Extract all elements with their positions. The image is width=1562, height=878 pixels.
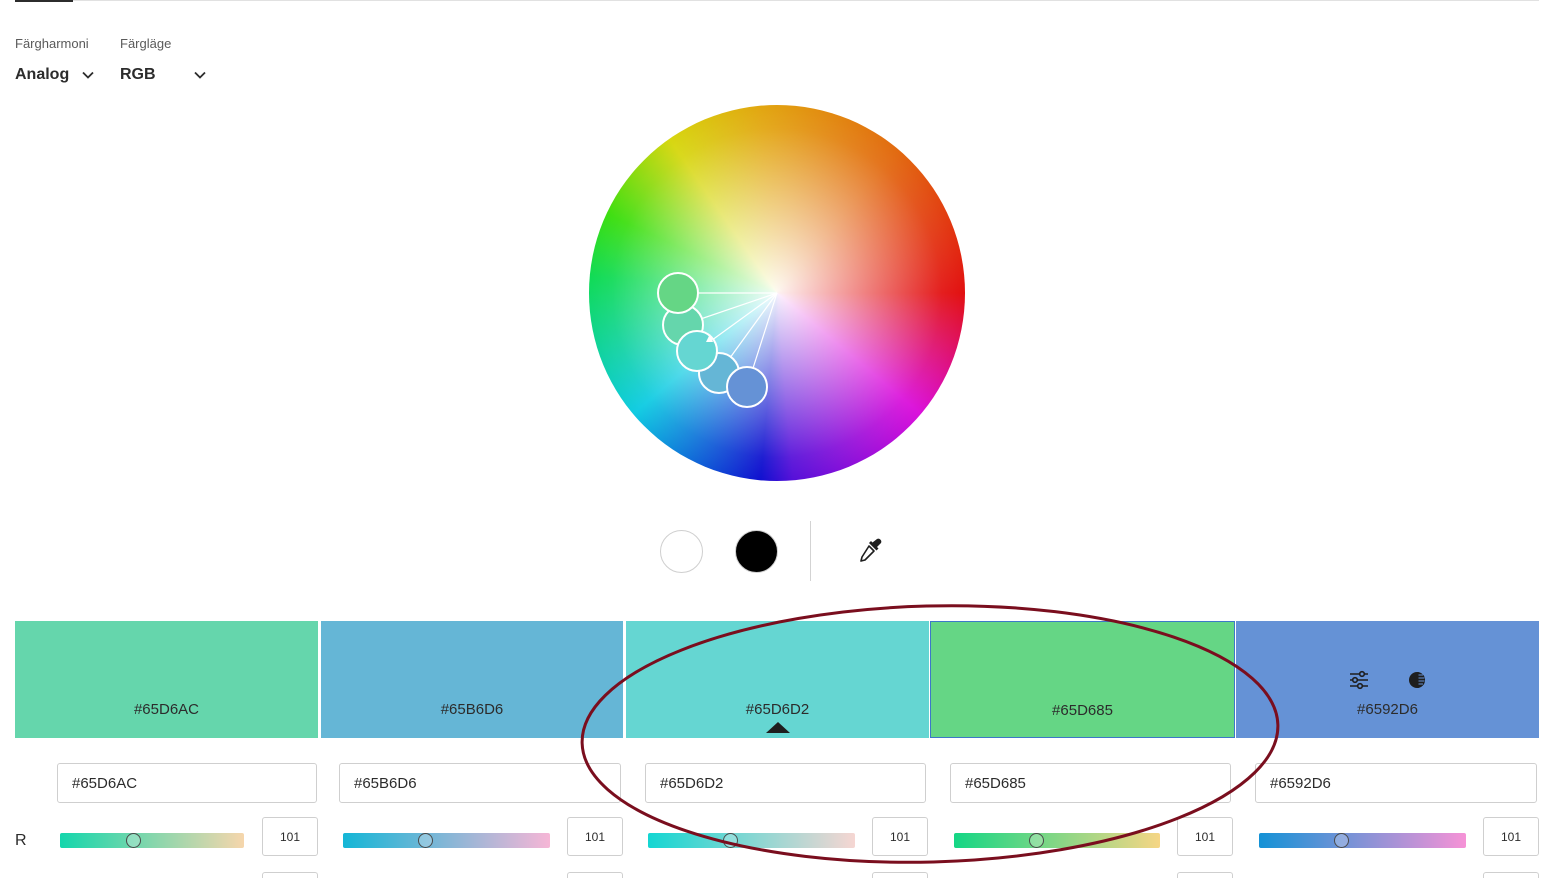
r-slider[interactable] (648, 833, 855, 848)
r-slider[interactable] (60, 833, 244, 848)
slider-thumb[interactable] (417, 833, 433, 848)
mode-picker: Färgläge RGB (120, 36, 207, 84)
slider-thumb[interactable] (1333, 833, 1349, 848)
swatch-hex: #65B6D6 (440, 701, 504, 718)
swatch[interactable]: #65B6D6 (321, 621, 623, 738)
wheel-handle[interactable] (726, 366, 768, 408)
black-swatch-button[interactable] (735, 530, 778, 573)
r-value-input[interactable] (872, 817, 928, 856)
swatch-hex: #65D6AC (133, 701, 200, 718)
r-value-input[interactable] (262, 817, 318, 856)
r-slider[interactable] (1259, 833, 1466, 848)
swatch[interactable]: #65D6AC (15, 621, 318, 738)
mode-dropdown[interactable]: RGB (120, 66, 207, 84)
wheel-handle[interactable] (657, 272, 699, 314)
hex-input[interactable] (645, 763, 926, 803)
swatch-selected[interactable]: #65D685 (930, 621, 1235, 738)
hex-input[interactable] (57, 763, 317, 803)
harmony-picker: Färgharmoni Analog (15, 36, 95, 84)
g-value-input[interactable] (1177, 872, 1233, 878)
g-value-input[interactable] (872, 872, 928, 878)
white-swatch-button[interactable] (660, 530, 703, 573)
swatch-hex: #65D6D2 (745, 701, 810, 718)
color-wheel[interactable] (589, 105, 965, 481)
base-color-indicator (765, 722, 790, 733)
swatch-base[interactable]: #65D6D2 (626, 621, 929, 738)
r-slider[interactable] (954, 833, 1160, 848)
r-value-input[interactable] (567, 817, 623, 856)
contrast-icon[interactable] (1406, 669, 1428, 691)
channel-r-label: R (15, 832, 27, 849)
r-value-input[interactable] (1177, 817, 1233, 856)
tool-divider (810, 521, 811, 581)
harmony-label: Färgharmoni (15, 36, 89, 51)
g-value-input[interactable] (567, 872, 623, 878)
hex-input[interactable] (339, 763, 621, 803)
adjustments-icon[interactable] (1348, 669, 1370, 691)
top-divider (15, 0, 1539, 1)
harmony-value: Analog (15, 66, 70, 83)
harmony-dropdown[interactable]: Analog (15, 66, 95, 84)
hex-input[interactable] (950, 763, 1231, 803)
chevron-down-icon (81, 68, 95, 82)
r-value-input[interactable] (1483, 817, 1539, 856)
swatch-hex: #6592D6 (1357, 701, 1418, 718)
chevron-down-icon (193, 68, 207, 82)
swatch-hex: #65D685 (1052, 702, 1113, 719)
r-slider[interactable] (343, 833, 550, 848)
mode-value: RGB (120, 66, 156, 83)
g-value-input[interactable] (262, 872, 318, 878)
swatch-tools (1236, 669, 1539, 691)
g-value-input[interactable] (1483, 872, 1539, 878)
slider-thumb[interactable] (722, 833, 738, 848)
slider-thumb[interactable] (1028, 833, 1044, 848)
mode-label: Färgläge (120, 36, 172, 51)
slider-thumb[interactable] (125, 833, 141, 848)
wheel-handles (657, 272, 778, 408)
eyedropper-icon[interactable] (855, 535, 885, 565)
active-tab-indicator (15, 0, 73, 2)
hex-input[interactable] (1255, 763, 1537, 803)
swatch[interactable]: #6592D6 (1236, 621, 1539, 738)
